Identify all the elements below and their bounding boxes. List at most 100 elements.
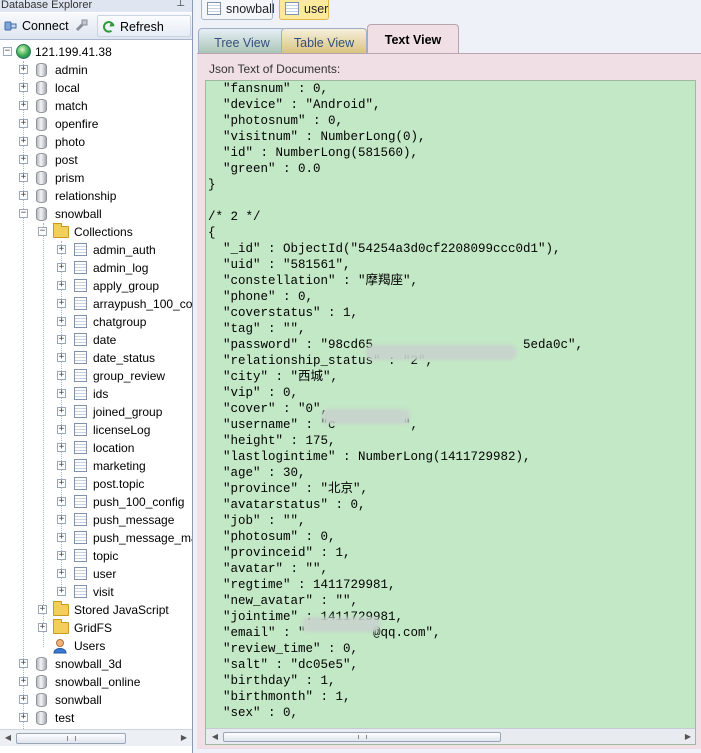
json-text-editor[interactable]: "fansnum" : 0, "device" : "Android", "ph… <box>205 80 696 745</box>
tree-collection-node[interactable]: + topic <box>0 547 190 565</box>
expand-icon[interactable]: + <box>38 623 47 632</box>
tree-database-node[interactable]: + test <box>0 709 190 727</box>
tab-text-view[interactable]: Text View <box>367 24 459 54</box>
tree-collection-node[interactable]: + chatgroup <box>0 313 190 331</box>
tree-database-node[interactable]: + admin <box>0 61 190 79</box>
tree-collection-node[interactable]: + user <box>0 565 190 583</box>
expand-icon[interactable]: + <box>57 245 66 254</box>
tree-collection-node[interactable]: + date <box>0 331 190 349</box>
expand-icon[interactable]: + <box>57 281 66 290</box>
expand-icon[interactable]: + <box>19 659 28 668</box>
editor-horizontal-scrollbar[interactable]: ◀ ▶ <box>206 728 695 744</box>
tree-users[interactable]: Users <box>0 637 190 655</box>
expand-icon[interactable]: + <box>57 353 66 362</box>
expand-icon[interactable]: + <box>57 587 66 596</box>
collapse-icon[interactable]: − <box>38 227 47 236</box>
tree-database-node[interactable]: − snowball <box>0 205 190 223</box>
tree-server-node[interactable]: − 121.199.41.38 <box>0 43 190 61</box>
expand-icon[interactable]: + <box>57 515 66 524</box>
tree-collection-node[interactable]: + marketing <box>0 457 190 475</box>
explorer-horizontal-scrollbar[interactable]: ◀ ▶ <box>0 729 192 746</box>
tree-collections-folder[interactable]: − Collections <box>0 223 190 241</box>
collapse-icon[interactable]: − <box>19 209 28 218</box>
tree-collection-node[interactable]: + push_message <box>0 511 190 529</box>
tree-collection-node[interactable]: + admin_log <box>0 259 190 277</box>
expand-icon[interactable]: + <box>57 443 66 452</box>
expand-icon[interactable]: + <box>19 173 28 182</box>
doc-tab-snowball[interactable]: snowball <box>201 0 275 20</box>
json-code[interactable]: "fansnum" : 0, "device" : "Android", "ph… <box>208 81 583 721</box>
expand-icon[interactable]: + <box>57 317 66 326</box>
expand-icon[interactable]: + <box>57 569 66 578</box>
expand-icon[interactable]: + <box>19 713 28 722</box>
tree-collection-node[interactable]: + date_status <box>0 349 190 367</box>
tree-collection-node[interactable]: + location <box>0 439 190 457</box>
expand-icon[interactable]: + <box>57 371 66 380</box>
tab-table-view[interactable]: Table View <box>281 28 367 54</box>
expand-icon[interactable]: + <box>57 407 66 416</box>
tree-database-node[interactable]: + local <box>0 79 190 97</box>
expand-icon[interactable]: + <box>19 695 28 704</box>
tree-database-node[interactable]: + snowball_online <box>0 673 190 691</box>
expand-icon[interactable]: + <box>57 551 66 560</box>
scroll-right-icon[interactable]: ▶ <box>178 732 190 744</box>
expand-icon[interactable]: + <box>57 299 66 308</box>
expand-icon[interactable]: + <box>19 101 28 110</box>
scroll-thumb[interactable] <box>16 733 126 744</box>
refresh-button[interactable]: Refresh <box>97 15 191 37</box>
expand-icon[interactable]: + <box>57 533 66 542</box>
expand-icon[interactable]: + <box>19 83 28 92</box>
expand-icon[interactable]: + <box>57 389 66 398</box>
tree-database-node[interactable]: + prism <box>0 169 190 187</box>
expand-icon[interactable]: + <box>57 479 66 488</box>
tree-collection-node[interactable]: + joined_group <box>0 403 190 421</box>
tree-collection-node[interactable]: + arraypush_100_con <box>0 295 192 313</box>
doc-tab-user[interactable]: user <box>279 0 329 20</box>
disconnect-icon[interactable] <box>74 19 88 33</box>
scroll-thumb[interactable] <box>223 732 501 742</box>
expand-icon[interactable]: + <box>19 119 28 128</box>
collection-icon <box>74 513 87 526</box>
database-label: openfire <box>55 117 99 131</box>
tree-stored-javascript[interactable]: + Stored JavaScript <box>0 601 190 619</box>
collections-label: Collections <box>74 225 133 239</box>
expand-icon[interactable]: + <box>57 263 66 272</box>
tree-collection-node[interactable]: + apply_group <box>0 277 190 295</box>
tree-database-node[interactable]: + openfire <box>0 115 190 133</box>
stored-javascript-label: Stored JavaScript <box>74 603 169 617</box>
collapse-icon[interactable]: − <box>3 47 12 56</box>
tree-database-node[interactable]: + sonwball <box>0 691 190 709</box>
tree-gridfs[interactable]: + GridFS <box>0 619 190 637</box>
tree-collection-node[interactable]: + visit <box>0 583 190 601</box>
expand-icon[interactable]: + <box>57 497 66 506</box>
expand-icon[interactable]: + <box>57 461 66 470</box>
tab-tree-view[interactable]: Tree View <box>198 28 286 54</box>
scroll-right-icon[interactable]: ▶ <box>682 731 694 743</box>
tree-collection-node[interactable]: + post.topic <box>0 475 190 493</box>
expand-icon[interactable]: + <box>19 677 28 686</box>
tree-database-node[interactable]: + photo <box>0 133 190 151</box>
tree-collection-node[interactable]: + licenseLog <box>0 421 190 439</box>
tree-collection-node[interactable]: + ids <box>0 385 190 403</box>
tree-database-node[interactable]: + snowball_3d <box>0 655 190 673</box>
tree-collection-node[interactable]: + push_message_ma <box>0 529 192 547</box>
scroll-left-icon[interactable]: ◀ <box>2 732 14 744</box>
tree-database-node[interactable]: + relationship <box>0 187 190 205</box>
scroll-left-icon[interactable]: ◀ <box>209 731 221 743</box>
expand-icon[interactable]: + <box>19 191 28 200</box>
tree-collection-node[interactable]: + group_review <box>0 367 190 385</box>
tree-collection-node[interactable]: + push_100_config <box>0 493 190 511</box>
code-line: "province" : "北京", <box>208 482 369 496</box>
expand-icon[interactable]: + <box>57 425 66 434</box>
expand-icon[interactable]: + <box>57 335 66 344</box>
connect-button[interactable]: Connect <box>0 15 94 37</box>
expand-icon[interactable]: + <box>19 65 28 74</box>
pin-icon[interactable]: ⊥ <box>176 0 185 9</box>
expand-icon[interactable]: + <box>38 605 47 614</box>
tree-collection-node[interactable]: + admin_auth <box>0 241 190 259</box>
collection-icon <box>74 585 87 598</box>
expand-icon[interactable]: + <box>19 137 28 146</box>
tree-database-node[interactable]: + match <box>0 97 190 115</box>
tree-database-node[interactable]: + post <box>0 151 190 169</box>
expand-icon[interactable]: + <box>19 155 28 164</box>
